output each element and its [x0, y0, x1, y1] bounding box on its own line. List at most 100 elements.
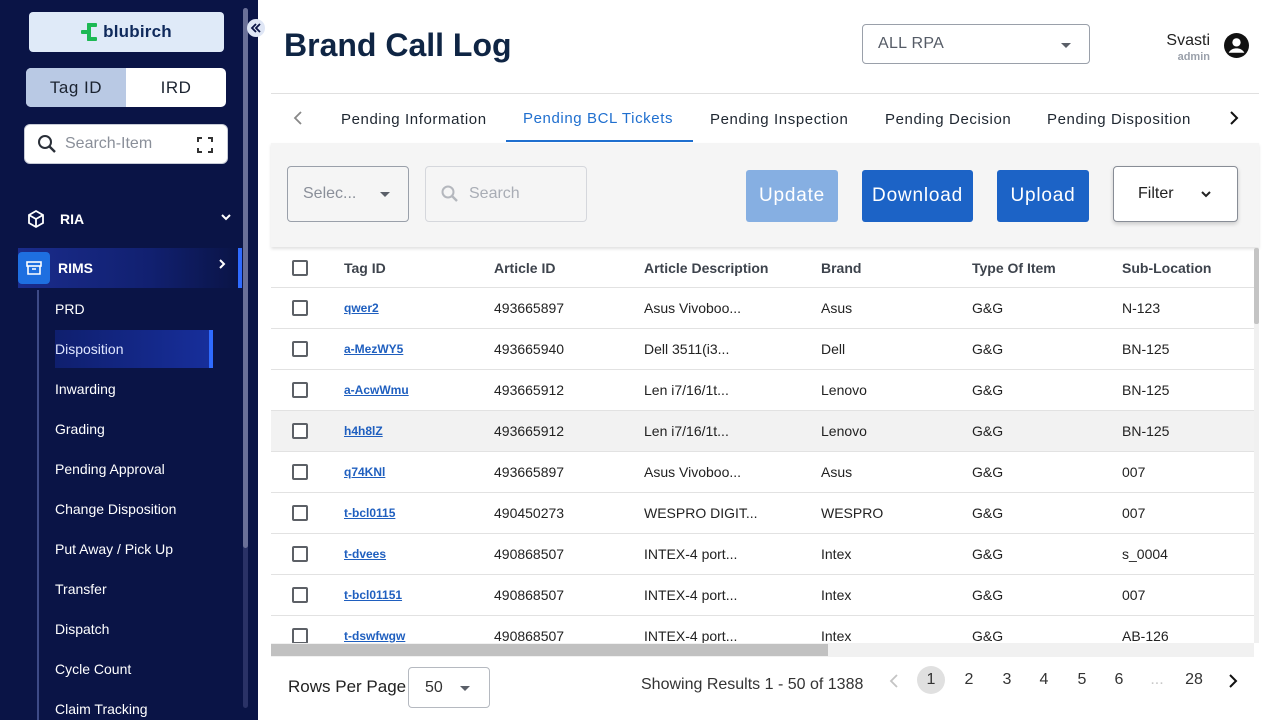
table-row[interactable]: t-bcl01151 490868507 INTEX-4 port... Int… — [271, 575, 1254, 616]
article-id-cell: 490868507 — [494, 546, 565, 562]
collapse-sidebar-button[interactable] — [247, 19, 265, 37]
chevron-right-icon — [219, 259, 226, 269]
table-row[interactable]: t-dswfwgw 490868507 INTEX-4 port... Inte… — [271, 616, 1254, 643]
sidebar-search-input[interactable]: Search-Item — [24, 124, 228, 164]
article-description-cell: INTEX-4 port... — [644, 628, 738, 643]
page-button-3[interactable]: 3 — [993, 666, 1021, 694]
sidebar-item-inwarding[interactable]: Inwarding — [55, 370, 215, 408]
account-icon[interactable] — [1224, 33, 1249, 58]
rows-per-page-select[interactable]: 50 — [408, 667, 490, 708]
type-of-item-cell: G&G — [972, 464, 1004, 480]
row-checkbox[interactable] — [292, 505, 308, 521]
sidebar-item-ria[interactable]: RIA — [26, 201, 236, 237]
page-button-2[interactable]: 2 — [955, 666, 983, 694]
toggle-tag-id[interactable]: Tag ID — [26, 68, 126, 107]
toggle-ird[interactable]: IRD — [126, 68, 226, 107]
column-header-article-description[interactable]: Article Description — [644, 248, 768, 287]
sidebar-item-cycle-count[interactable]: Cycle Count — [55, 650, 215, 688]
sidebar-item-dispatch[interactable]: Dispatch — [55, 610, 215, 648]
table-row[interactable]: t-dvees 490868507 INTEX-4 port... Intex … — [271, 534, 1254, 575]
table-horizontal-scrollbar-thumb[interactable] — [271, 644, 828, 656]
sidebar-item-grading[interactable]: Grading — [55, 410, 215, 448]
table-row[interactable]: a-AcwWmu 493665912 Len i7/16/1t... Lenov… — [271, 370, 1254, 411]
page-button-6[interactable]: 6 — [1105, 666, 1133, 694]
table-search-input[interactable]: Search — [425, 166, 587, 222]
next-page-icon[interactable] — [1226, 673, 1240, 689]
column-select[interactable]: Selec... — [287, 166, 409, 222]
sidebar-scrollbar[interactable] — [243, 8, 248, 708]
upload-button[interactable]: Upload — [997, 170, 1089, 222]
table-header-row: Tag ID Article ID Article Description Br… — [271, 248, 1254, 288]
sidebar-item-transfer[interactable]: Transfer — [55, 570, 215, 608]
row-checkbox[interactable] — [292, 464, 308, 480]
article-id-cell: 490868507 — [494, 587, 565, 603]
tab-pending-bcl-tickets[interactable]: Pending BCL Tickets — [506, 96, 693, 142]
table-row[interactable]: qwer2 493665897 Asus Vivoboo... Asus G&G… — [271, 288, 1254, 329]
tab-pending-information[interactable]: Pending Information — [324, 96, 504, 142]
tag-id-link[interactable]: h4h8lZ — [344, 424, 383, 438]
update-button[interactable]: Update — [746, 170, 838, 222]
tag-id-link[interactable]: t-bcl0115 — [344, 506, 395, 520]
tag-id-link[interactable]: t-bcl01151 — [344, 588, 402, 602]
column-header-sub-location[interactable]: Sub-Location — [1122, 248, 1211, 287]
type-of-item-cell: G&G — [972, 382, 1004, 398]
page-button-1[interactable]: 1 — [917, 666, 945, 694]
table-row[interactable]: q74KNl 493665897 Asus Vivoboo... Asus G&… — [271, 452, 1254, 493]
row-checkbox[interactable] — [292, 423, 308, 439]
rpa-select[interactable]: ALL RPA — [862, 24, 1090, 64]
table-vertical-scrollbar[interactable] — [1254, 248, 1259, 643]
row-checkbox[interactable] — [292, 300, 308, 316]
select-all-checkbox[interactable] — [292, 260, 308, 276]
row-checkbox[interactable] — [292, 587, 308, 603]
previous-page-icon[interactable] — [887, 673, 901, 689]
table-row[interactable]: h4h8lZ 493665912 Len i7/16/1t... Lenovo … — [271, 411, 1254, 452]
article-description-cell: Len i7/16/1t... — [644, 382, 729, 398]
sidebar-item-claim-tracking[interactable]: Claim Tracking — [55, 690, 215, 720]
fullscreen-icon[interactable] — [197, 137, 213, 153]
logo[interactable]: blubirch — [29, 12, 224, 52]
page-button-4[interactable]: 4 — [1030, 666, 1058, 694]
tag-id-link[interactable]: q74KNl — [344, 465, 385, 479]
row-checkbox[interactable] — [292, 546, 308, 562]
download-button[interactable]: Download — [862, 170, 973, 222]
article-id-cell: 493665897 — [494, 464, 565, 480]
table-row[interactable]: a-MezWY5 493665940 Dell 3511(i3... Dell … — [271, 329, 1254, 370]
tag-id-link[interactable]: t-dvees — [344, 547, 386, 561]
sidebar-item-pending-approval[interactable]: Pending Approval — [55, 450, 215, 488]
sidebar-item-disposition[interactable]: Disposition — [55, 330, 213, 368]
table-vertical-scrollbar-thumb[interactable] — [1254, 248, 1259, 324]
tabs-scroll-right-icon[interactable] — [1227, 110, 1241, 126]
filter-button[interactable]: Filter — [1113, 166, 1238, 222]
tab-pending-decision[interactable]: Pending Decision — [868, 96, 1028, 142]
row-checkbox[interactable] — [292, 382, 308, 398]
sidebar-item-change-disposition[interactable]: Change Disposition — [55, 490, 215, 528]
column-header-article-id[interactable]: Article ID — [494, 248, 555, 287]
table-horizontal-scrollbar[interactable] — [271, 643, 1254, 657]
toolbar: Selec... Search Update Download Upload F… — [271, 143, 1259, 247]
sidebar-scrollbar-thumb[interactable] — [243, 8, 248, 548]
sidebar-item-prd[interactable]: PRD — [55, 290, 215, 328]
rows-per-page-label: Rows Per Page — [288, 677, 407, 696]
table-row[interactable]: t-bcl0115 490450273 WESPRO DIGIT... WESP… — [271, 493, 1254, 534]
chevron-down-icon — [221, 214, 231, 221]
tabs-scroll-left-icon[interactable] — [291, 110, 305, 126]
column-header-type-of-item[interactable]: Type Of Item — [972, 248, 1056, 287]
sidebar-item-put-away-pick-up[interactable]: Put Away / Pick Up — [55, 530, 215, 568]
row-checkbox[interactable] — [292, 341, 308, 357]
tag-id-link[interactable]: a-MezWY5 — [344, 342, 403, 356]
submenu-divider — [37, 290, 39, 720]
article-id-cell: 490868507 — [494, 628, 565, 643]
data-table: Tag ID Article ID Article Description Br… — [271, 248, 1254, 643]
column-header-tag-id[interactable]: Tag ID — [344, 248, 386, 287]
filter-label: Filter — [1138, 185, 1174, 202]
column-header-brand[interactable]: Brand — [821, 248, 861, 287]
sidebar-item-rims[interactable]: RIMS — [18, 248, 242, 288]
page-button-28[interactable]: 28 — [1180, 666, 1208, 694]
page-button-5[interactable]: 5 — [1068, 666, 1096, 694]
tag-id-link[interactable]: t-dswfwgw — [344, 629, 405, 643]
tab-pending-inspection[interactable]: Pending Inspection — [693, 96, 865, 142]
tab-pending-disposition[interactable]: Pending Disposition — [1030, 96, 1208, 142]
tag-id-link[interactable]: qwer2 — [344, 301, 379, 315]
tag-id-link[interactable]: a-AcwWmu — [344, 383, 409, 397]
row-checkbox[interactable] — [292, 628, 308, 643]
